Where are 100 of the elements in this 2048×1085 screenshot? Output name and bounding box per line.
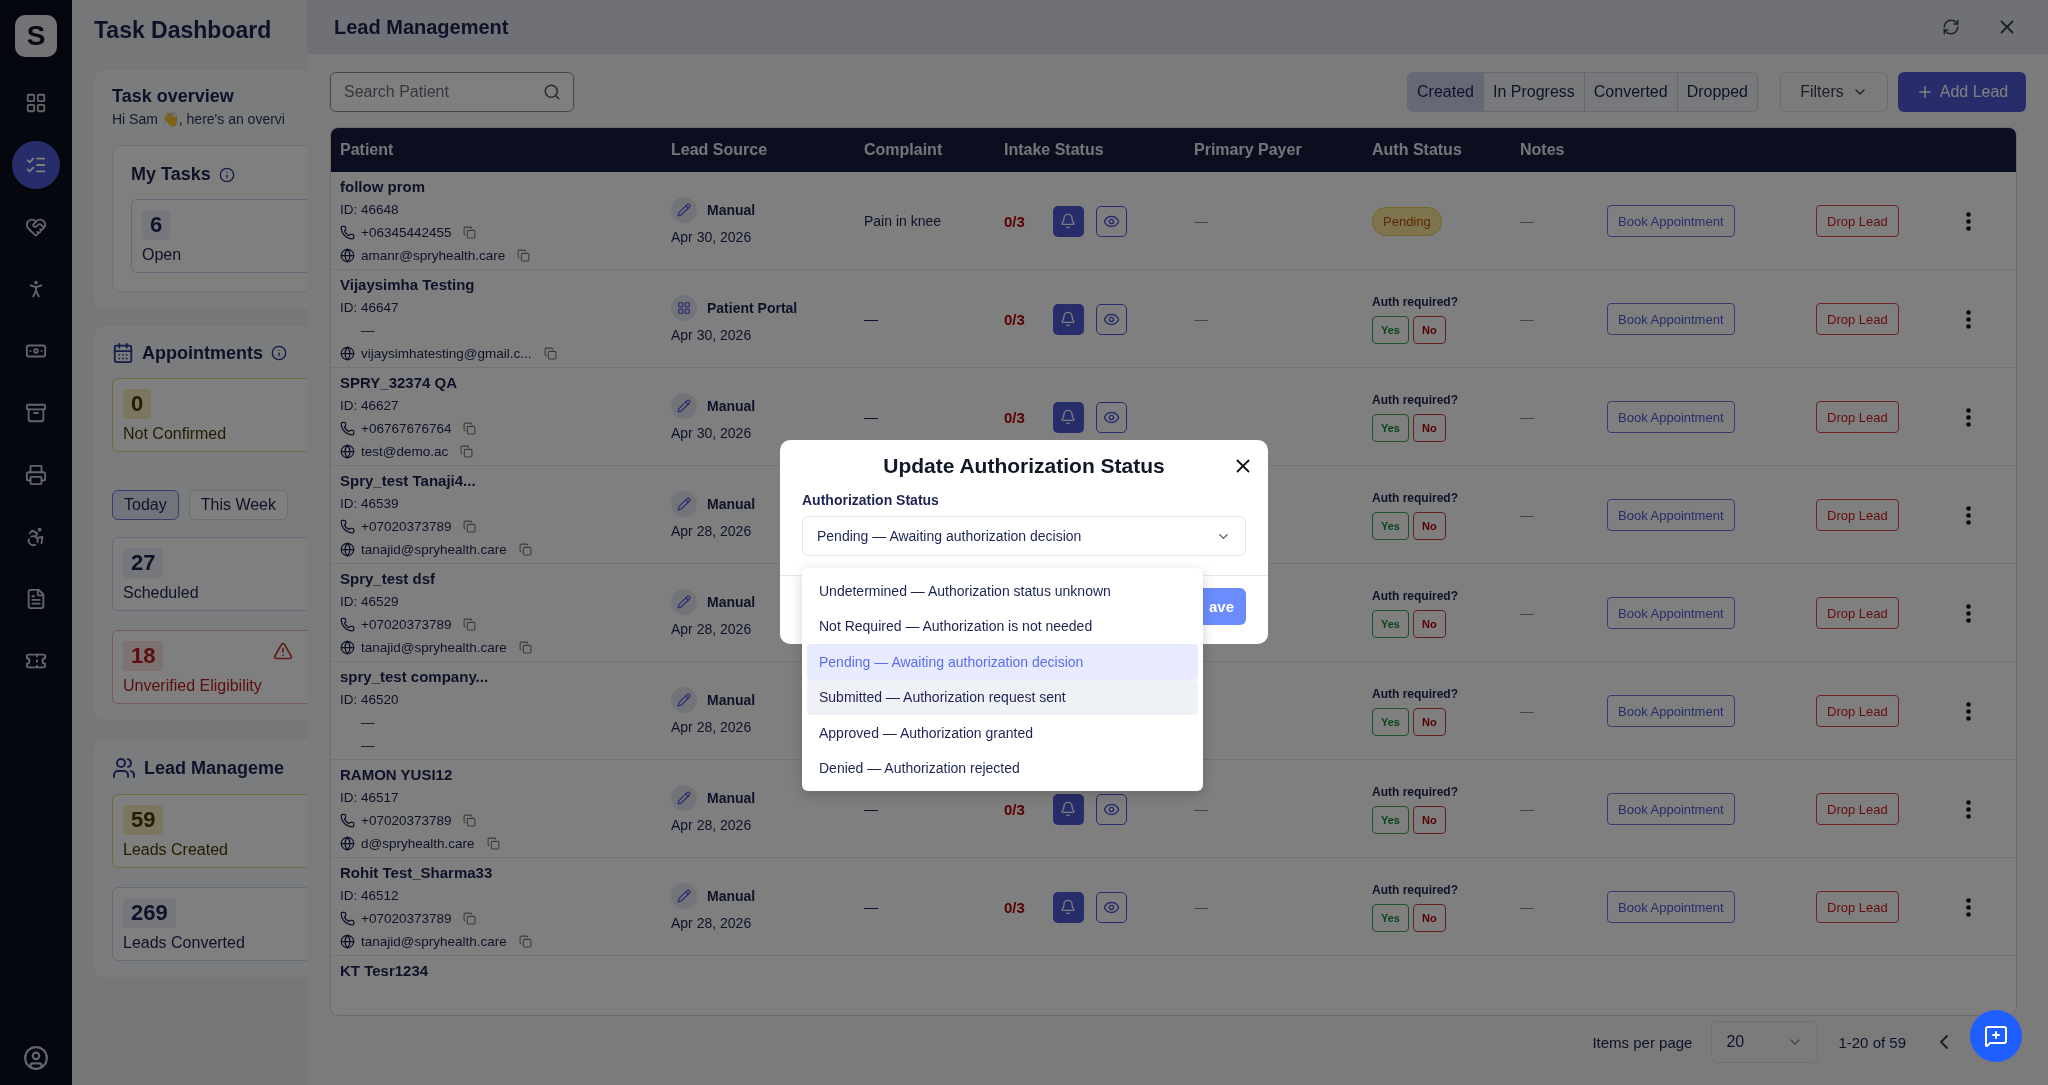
book-appointment-button[interactable]: Book Appointment (1607, 891, 1735, 923)
search-field[interactable]: Search Patient (330, 72, 574, 112)
book-appointment-button[interactable]: Book Appointment (1607, 401, 1735, 433)
lead-date: Apr 30, 2026 (671, 327, 752, 343)
complaint-text: Pain in knee (864, 213, 942, 229)
no-button[interactable]: No (1412, 609, 1446, 638)
page-title: Task Dashboard (94, 16, 273, 44)
no-button[interactable]: No (1412, 413, 1446, 442)
stat-card[interactable]: 269 Leads Converted (112, 887, 307, 961)
stat-label: Scheduled (123, 584, 199, 602)
patient-name: KT Tesr1234 (340, 962, 429, 979)
drop-lead-button[interactable]: Drop Lead (1816, 499, 1899, 531)
no-button[interactable]: No (1412, 805, 1446, 834)
notes-text: — (1520, 899, 1534, 915)
lead-source: Manual (707, 398, 756, 414)
email-address: tanajid@spryhealth.care (361, 639, 507, 655)
no-button[interactable]: No (1412, 707, 1446, 736)
intake-score: 0/3 (1004, 212, 1025, 230)
auth-prompt: Auth required? (1372, 588, 1458, 603)
no-button[interactable]: No (1412, 903, 1446, 932)
email-address: amanr@spryhealth.care (361, 247, 506, 263)
patient-name: RAMON YUSI12 (340, 766, 453, 783)
stat-card[interactable]: 0 Not Confirmed (112, 378, 307, 452)
save-button[interactable]: ave (1203, 588, 1246, 625)
lead-date: Apr 28, 2026 (671, 915, 752, 931)
book-appointment-button[interactable]: Book Appointment (1607, 695, 1735, 727)
drop-lead-button[interactable]: Drop Lead (1816, 303, 1899, 335)
book-appointment-button[interactable]: Book Appointment (1607, 597, 1735, 629)
patient-id: ID: 46520 (340, 691, 399, 707)
patient-id: ID: 46517 (340, 789, 399, 805)
patient-id: ID: 46627 (340, 397, 399, 413)
lead-source: Manual (707, 594, 756, 610)
page-size-select[interactable]: 20 (1711, 1021, 1819, 1063)
status-select[interactable]: Pending — Awaiting authorization decision (802, 516, 1246, 556)
email-address: test@demo.ac (361, 443, 449, 459)
complaint-text: — (864, 801, 878, 817)
stat-card[interactable]: 18 Unverified Eligibility (112, 630, 307, 704)
dropdown-option[interactable]: Undetermined — Authorization status unknown (807, 573, 1198, 609)
drop-lead-button[interactable]: Drop Lead (1816, 793, 1899, 825)
drop-lead-button[interactable]: Drop Lead (1816, 597, 1899, 629)
lead-source: Manual (707, 888, 756, 904)
complaint-text: — (864, 899, 878, 915)
drop-lead-button[interactable]: Drop Lead (1816, 891, 1899, 923)
book-appointment-button[interactable]: Book Appointment (1607, 793, 1735, 825)
stat-card[interactable]: 6 Open (131, 199, 307, 273)
add-lead-button[interactable]: Add Lead (1898, 72, 2026, 112)
dropdown-option[interactable]: Approved — Authorization granted (807, 715, 1198, 751)
complaint-text: — (864, 311, 878, 327)
column-header: Intake Status (1004, 141, 1104, 159)
email-address: tanajid@spryhealth.care (361, 541, 507, 557)
yes-button[interactable]: Yes (1372, 413, 1409, 442)
column-header: Auth Status (1372, 141, 1462, 159)
period-tab[interactable]: This Week (188, 490, 288, 520)
yes-button[interactable]: Yes (1372, 903, 1409, 932)
yes-button[interactable]: Yes (1372, 707, 1409, 736)
drop-lead-button[interactable]: Drop Lead (1816, 695, 1899, 727)
intake-score: 0/3 (1004, 898, 1025, 916)
stat-card[interactable]: 27 Scheduled (112, 537, 307, 611)
intake-score: 0/3 (1004, 310, 1025, 328)
yes-button[interactable]: Yes (1372, 805, 1409, 834)
no-button[interactable]: No (1412, 511, 1446, 540)
payer-text: — (1194, 213, 1208, 229)
notes-text: — (1520, 605, 1534, 621)
phone-number: +07020373789 (361, 518, 452, 534)
dropdown-option[interactable]: Not Required — Authorization is not needed (807, 608, 1198, 644)
phone-number: +07020373789 (361, 616, 452, 632)
drop-lead-button[interactable]: Drop Lead (1816, 401, 1899, 433)
dropdown-option[interactable]: Pending — Awaiting authorization decision (807, 644, 1198, 680)
yes-button[interactable]: Yes (1372, 315, 1409, 344)
patient-name: Rohit Test_Sharma33 (340, 864, 493, 881)
stat-card[interactable]: 59 Leads Created (112, 794, 307, 868)
book-appointment-button[interactable]: Book Appointment (1607, 499, 1735, 531)
patient-name: spry_test company... (340, 668, 489, 685)
drop-lead-button[interactable]: Drop Lead (1816, 205, 1899, 237)
book-appointment-button[interactable]: Book Appointment (1607, 205, 1735, 237)
filters-button[interactable]: Filters (1780, 72, 1888, 112)
dropdown-option[interactable]: Submitted — Authorization request sent (807, 679, 1198, 715)
status-tab[interactable]: Created (1408, 73, 1483, 111)
period-tab[interactable]: Today (112, 490, 179, 520)
dropdown-option[interactable]: Denied — Authorization rejected (807, 750, 1198, 786)
patient-name: Spry_test dsf (340, 570, 436, 587)
yes-button[interactable]: Yes (1372, 511, 1409, 540)
no-button[interactable]: No (1412, 315, 1446, 344)
auth-prompt: Auth required? (1372, 490, 1458, 505)
card-title: Lead Manageme (144, 757, 285, 779)
patient-name: Spry_test Tanaji4... (340, 472, 476, 489)
yes-button[interactable]: Yes (1372, 609, 1409, 638)
lead-source: Manual (707, 496, 756, 512)
notes-text: — (1520, 409, 1534, 425)
book-appointment-button[interactable]: Book Appointment (1607, 303, 1735, 335)
field-label: Authorization Status (802, 492, 939, 508)
stat-value: 59 (123, 805, 164, 835)
stat-value: 0 (123, 389, 152, 419)
column-header: Complaint (864, 141, 943, 159)
column-header: Notes (1520, 141, 1565, 159)
lead-date: Apr 28, 2026 (671, 523, 752, 539)
status-tab[interactable]: Dropped (1676, 73, 1757, 111)
column-header: Lead Source (671, 141, 768, 159)
stat-label: Open (142, 246, 182, 264)
patient-id: ID: 46648 (340, 201, 399, 217)
